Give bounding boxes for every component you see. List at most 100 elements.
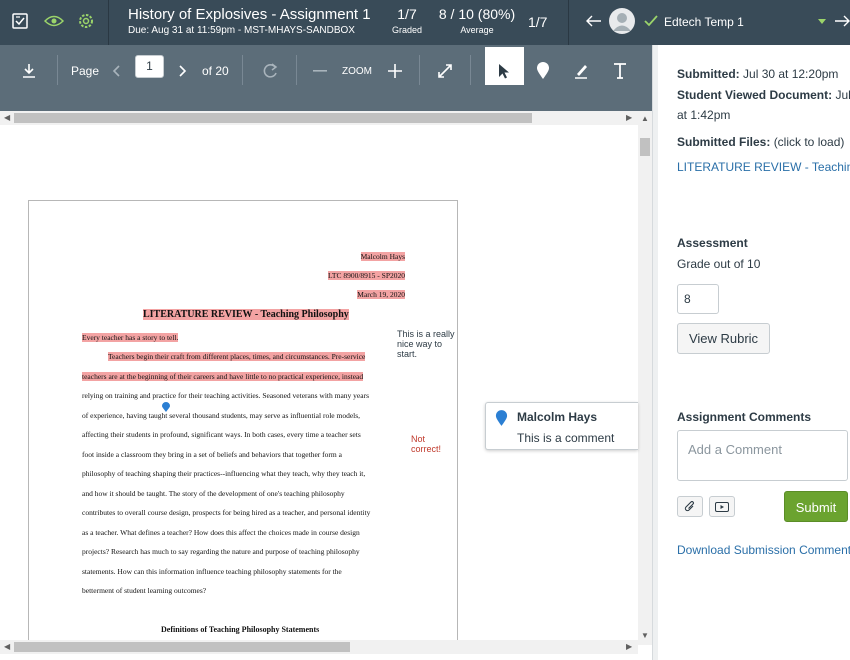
viewed-row: Student Viewed Document: Jul 30 <box>677 88 850 102</box>
speedgrader-icon[interactable] <box>9 10 31 32</box>
download-icon[interactable] <box>18 57 40 85</box>
annotation-line: start. <box>397 349 418 359</box>
zoom-label: ZOOM <box>342 65 372 77</box>
page-total: of 20 <box>202 64 229 78</box>
pin-annotation-icon[interactable] <box>162 402 170 412</box>
comment-card[interactable]: Malcolm Hays This is a comment <box>485 402 638 450</box>
document-page: Malcolm Hays LTC 8900/8915 - SP2020 Marc… <box>28 200 458 645</box>
pin-icon[interactable] <box>532 57 554 85</box>
average-stat: 8 / 10 (80%) Average <box>437 6 517 35</box>
pointer-icon[interactable] <box>493 57 515 85</box>
graded-value: 1/7 <box>397 6 417 22</box>
doc-line: relying on training and practice for the… <box>82 391 369 400</box>
doc-line: projects? Research has much to say regar… <box>82 547 360 556</box>
scroll-left-icon[interactable]: ◀ <box>4 642 10 651</box>
grade-input[interactable]: 8 <box>677 284 719 314</box>
caret-down-icon[interactable] <box>814 10 830 32</box>
scroll-left-icon[interactable]: ◀ <box>4 113 10 122</box>
highlighter-icon[interactable] <box>570 57 592 85</box>
pin-icon <box>495 410 508 426</box>
text-icon[interactable] <box>609 57 631 85</box>
gear-icon[interactable] <box>75 10 97 32</box>
chevron-right-icon[interactable] <box>175 57 191 85</box>
doc-course: LTC 8900/8915 - SP2020 <box>327 271 405 280</box>
separator <box>296 55 297 85</box>
scroll-up-icon[interactable]: ▲ <box>641 114 649 123</box>
viewed-value-cont: at 1:42pm <box>677 108 731 122</box>
average-value: 8 / 10 (80%) <box>438 6 516 22</box>
doc-line: contributes to overall course design, pr… <box>82 508 371 517</box>
doc-line: betterment of student learning outcomes? <box>82 586 207 595</box>
assessment-heading: Assessment <box>677 236 748 250</box>
annotation-toolbar: Page 1 of 20 ZOOM <box>0 45 652 111</box>
student-select[interactable]: Edtech Temp 1 <box>664 15 744 29</box>
separator <box>242 55 243 85</box>
page-label: Page <box>71 64 100 78</box>
doc-date: March 19, 2020 <box>357 290 405 299</box>
scrollbar-thumb[interactable] <box>14 642 350 652</box>
doc-line: and how it should be taught. The story o… <box>82 489 345 498</box>
zoom-out-icon[interactable] <box>311 57 329 85</box>
submitted-file-link[interactable]: LITERATURE REVIEW - Teaching P <box>677 160 850 174</box>
arrow-left-icon[interactable] <box>583 10 605 32</box>
graded-label: Graded <box>392 25 423 35</box>
submitted-row: Submitted: Jul 30 at 12:20pm <box>677 67 838 81</box>
annotation-line: This is a really <box>397 329 455 339</box>
page-number-input[interactable]: 1 <box>135 55 164 78</box>
horizontal-scrollbar-top[interactable]: ◀ ▶ <box>0 111 638 125</box>
doc-line: statements. How can this information inf… <box>82 567 342 576</box>
annotation-line: correct! <box>411 444 442 454</box>
assignment-title[interactable]: History of Explosives - Assignment 1 <box>128 6 371 23</box>
due-line: Due: Aug 31 at 11:59pm - MST-MHAYS-SANDB… <box>128 25 355 36</box>
vertical-scrollbar[interactable]: ▲ ▼ <box>638 111 652 645</box>
fullscreen-icon[interactable] <box>434 57 456 85</box>
comment-text: This is a comment <box>517 431 615 445</box>
doc-line: foot inside a classroom they bring in a … <box>82 450 342 459</box>
doc-line: Teachers begin their craft from differen… <box>108 352 366 361</box>
doc-line: Every teacher has a story to tell. <box>82 333 179 342</box>
eye-icon[interactable] <box>43 10 65 32</box>
scroll-down-icon[interactable]: ▼ <box>641 631 649 640</box>
rotate-icon[interactable] <box>259 57 281 85</box>
scroll-right-icon[interactable]: ▶ <box>626 642 632 651</box>
scrollbar-thumb[interactable] <box>640 138 650 156</box>
paperclip-icon <box>684 500 694 511</box>
separator <box>568 0 569 45</box>
comment-author: Malcolm Hays <box>517 410 598 424</box>
submit-comment-button[interactable]: Submit <box>784 491 848 522</box>
doc-line: teachers are at the beginning of their c… <box>82 372 364 381</box>
doc-line: philosophy of teaching shaping their pra… <box>82 469 366 478</box>
annotation-line: nice way to <box>397 339 443 349</box>
separator <box>57 55 58 85</box>
doc-line: as a teacher. What defines a teacher? Ho… <box>82 528 360 537</box>
submitted-label: Submitted: <box>677 67 740 81</box>
arrow-right-icon[interactable] <box>834 10 850 32</box>
comments-heading: Assignment Comments <box>677 410 812 424</box>
comment-input[interactable]: Add a Comment <box>677 430 848 481</box>
graded-stat: 1/7 Graded <box>392 6 422 35</box>
check-icon <box>643 10 659 32</box>
average-label: Average <box>460 25 494 35</box>
annotation-note[interactable]: This is a really nice way to start. <box>397 329 455 359</box>
zoom-in-icon[interactable] <box>386 57 404 85</box>
files-row: Submitted Files: (click to load) <box>677 135 844 149</box>
grading-sidebar: Submitted: Jul 30 at 12:20pm Student Vie… <box>658 45 850 660</box>
chevron-left-icon[interactable] <box>108 57 124 85</box>
submitted-value: Jul 30 at 12:20pm <box>743 67 839 81</box>
separator <box>470 55 471 85</box>
annotation-note[interactable]: Not correct! <box>411 434 441 454</box>
files-label: Submitted Files: <box>677 135 771 149</box>
scrollbar-thumb[interactable] <box>14 113 532 123</box>
download-comments-link[interactable]: Download Submission Comments <box>677 543 850 557</box>
grade-out-of: Grade out of 10 <box>677 257 761 271</box>
document-viewer: Page 1 of 20 ZOOM ◀ ▶ ▲ ▼ Malcolm Hays L… <box>0 45 652 660</box>
horizontal-scrollbar-bottom[interactable]: ◀ ▶ <box>0 640 638 654</box>
doc-line: of experience, having taught several tho… <box>82 411 361 420</box>
doc-line: affecting their students in profound, si… <box>82 430 361 439</box>
attach-button[interactable] <box>677 496 703 517</box>
scroll-right-icon[interactable]: ▶ <box>626 113 632 122</box>
media-icon <box>715 501 729 512</box>
media-button[interactable] <box>709 496 735 517</box>
view-rubric-button[interactable]: View Rubric <box>677 323 770 354</box>
doc-author: Malcolm Hays <box>360 252 405 261</box>
